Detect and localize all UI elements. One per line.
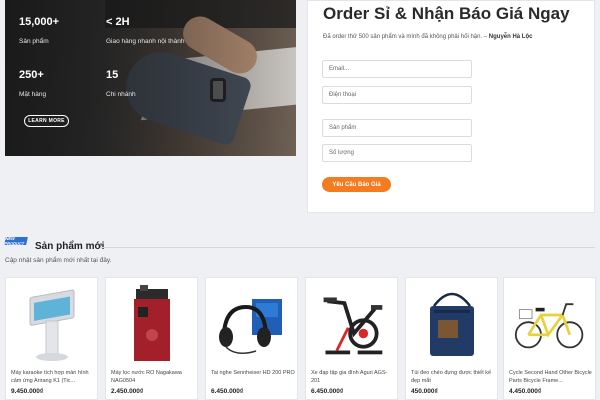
form-title: Order Sỉ & Nhận Báo Giá Ngay (323, 4, 570, 23)
section-title: Sản phẩm mới (35, 241, 105, 252)
product-price: 6.450.000₫ (311, 388, 344, 395)
product-card[interactable]: Máy lọc nước RO Nagakawa NAG0504 2.450.0… (105, 277, 198, 400)
product-price: 2.450.000₫ (111, 388, 144, 395)
learn-more-button[interactable]: LEARN MORE (24, 115, 69, 127)
stat-products: 15,000+ Sản phẩm (19, 16, 59, 45)
product-name[interactable]: Tai nghe Sennheiser HD 200 PRO (211, 369, 296, 377)
product-name[interactable]: Túi đeo chéo đựng được thiết kế đẹp mắt (411, 369, 496, 385)
product-name[interactable]: Máy karaoke tích hợp màn hình cảm ứng Ar… (11, 369, 96, 385)
stat-label: Sản phẩm (19, 38, 49, 45)
shoulder-bag-icon[interactable] (416, 284, 488, 364)
stat-delivery: < 2H Giao hàng nhanh nội thành (106, 16, 184, 45)
form-testimonial: Đã order thử 500 sản phẩm và mình đã khô… (323, 34, 483, 40)
form-testimonial-dash: – (482, 34, 489, 40)
stat-value: 15,000+ (19, 16, 60, 28)
section-subtitle: Cập nhật sản phẩm mới nhất tại đây. (5, 257, 112, 264)
quantity-field[interactable]: Số lượng (322, 144, 472, 162)
product-price: 9.450.000₫ (11, 388, 44, 395)
stat-value: 250+ (19, 69, 44, 81)
product-price: 6.450.000₫ (211, 388, 244, 395)
water-purifier-icon[interactable] (116, 284, 188, 364)
headphones-icon[interactable] (216, 284, 288, 364)
product-card[interactable]: Máy karaoke tích hợp màn hình cảm ứng Ar… (5, 277, 98, 400)
stat-label: Chi nhánh (106, 91, 136, 98)
stat-label: Mặt hàng (19, 91, 47, 98)
new-product-badge: NEW PRODUCT (4, 236, 28, 246)
product-name[interactable]: Máy lọc nước RO Nagakawa NAG0504 (111, 369, 196, 385)
karaoke-kiosk-icon[interactable] (16, 284, 88, 364)
stat-value: < 2H (106, 16, 130, 28)
email-field[interactable]: Email... (322, 60, 472, 78)
product-price: 4.450.000₫ (509, 388, 542, 395)
product-card[interactable]: Cycle Second Hand Other Bicycle Parts Bi… (503, 277, 596, 400)
stat-branches: 15 Chi nhánh (106, 69, 136, 98)
form-subtitle: Đã order thử 500 sản phẩm và mình đã khô… (323, 34, 532, 40)
stat-label: Giao hàng nhanh nội thành (106, 38, 185, 45)
product-card[interactable]: Xe đạp tập gia đình Aguri AGS-201 6.450.… (305, 277, 398, 400)
phone-field[interactable]: Điện thoại (322, 86, 472, 104)
product-name[interactable]: Cycle Second Hand Other Bicycle Parts Bi… (509, 369, 594, 385)
exercise-bike-icon[interactable] (316, 284, 388, 364)
product-price: 450.000₫ (411, 388, 438, 395)
product-field[interactable]: Sản phẩm (322, 119, 472, 137)
request-quote-button[interactable]: Yêu Cầu Báo Giá (322, 177, 391, 192)
product-card[interactable]: Tai nghe Sennheiser HD 200 PRO 6.450.000… (205, 277, 298, 400)
product-name[interactable]: Xe đạp tập gia đình Aguri AGS-201 (311, 369, 396, 385)
bicycle-icon[interactable] (514, 284, 586, 364)
stat-items: 250+ Mặt hàng (19, 69, 46, 98)
product-card[interactable]: Túi đeo chéo đựng được thiết kế đẹp mắt … (405, 277, 498, 400)
hero-banner: 15,000+ Sản phẩm < 2H Giao hàng nhanh nộ… (5, 0, 296, 156)
form-testimonial-author: Nguyễn Hà Lộc (488, 34, 533, 40)
stat-value: 15 (106, 69, 119, 81)
section-divider (100, 247, 595, 248)
quote-form: Order Sỉ & Nhận Báo Giá Ngay Đã order th… (307, 0, 595, 213)
